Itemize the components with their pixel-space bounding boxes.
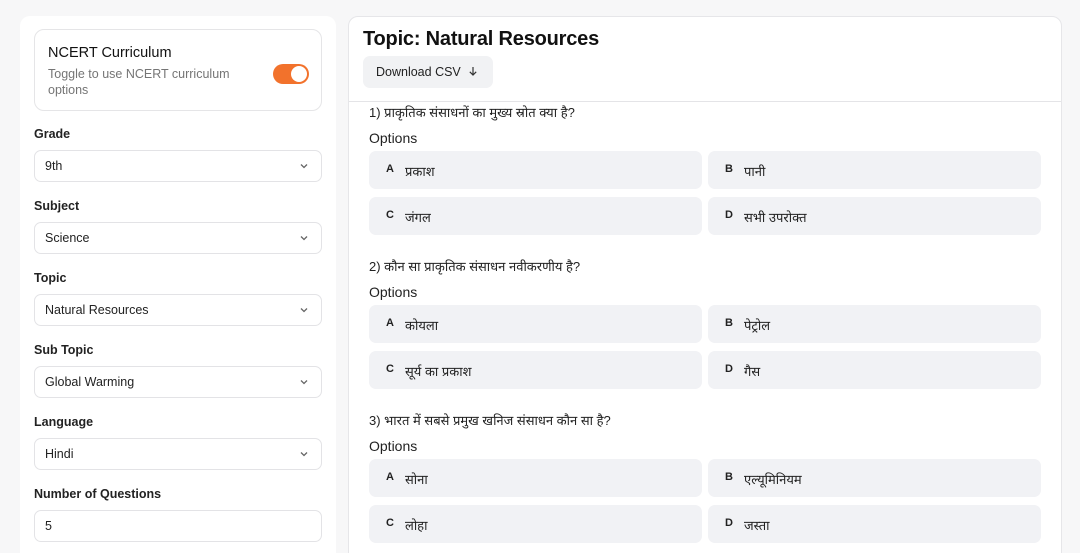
language-select[interactable]: Hindi (34, 438, 322, 470)
option-a[interactable]: A कोयला (369, 305, 702, 343)
option-c[interactable]: C सूर्य का प्रकाश (369, 351, 702, 389)
option-c[interactable]: C लोहा (369, 505, 702, 543)
option-text: लोहा (405, 518, 428, 533)
subject-select[interactable]: Science (34, 222, 322, 254)
option-text: गैस (744, 364, 761, 379)
question-text: 1) प्राकृतिक संसाधनों का मुख्य स्रोत क्य… (369, 105, 575, 120)
option-letter: B (725, 471, 733, 483)
sub-topic-label: Sub Topic (34, 343, 94, 357)
option-letter: C (386, 363, 394, 375)
settings-sidebar: NCERT Curriculum Toggle to use NCERT cur… (20, 16, 336, 553)
option-text: एल्यूमिनियम (744, 472, 802, 487)
option-letter: D (725, 209, 733, 221)
grade-select[interactable]: 9th (34, 150, 322, 182)
option-text: पानी (744, 164, 766, 179)
toggle-knob (291, 66, 307, 82)
quiz-panel: Topic: Natural Resources Download CSV 1)… (348, 16, 1062, 553)
sub-topic-value: Global Warming (45, 375, 135, 389)
option-letter: C (386, 209, 394, 221)
option-text: कोयला (405, 318, 439, 333)
grade-value: 9th (45, 159, 63, 173)
page-title: Topic: Natural Resources (363, 28, 600, 50)
num-questions-input[interactable]: 5 (34, 510, 322, 542)
option-text: जंगल (405, 210, 431, 225)
option-letter: A (386, 163, 394, 175)
options-label: Options (369, 284, 418, 300)
options-label: Options (369, 438, 418, 454)
language-label: Language (34, 415, 94, 429)
option-letter: B (725, 317, 733, 329)
download-csv-button[interactable]: Download CSV (363, 56, 493, 88)
ncert-toggle[interactable] (273, 64, 309, 84)
option-letter: D (725, 517, 733, 529)
option-text: सूर्य का प्रकाश (405, 364, 472, 379)
chevron-down-icon (300, 380, 308, 385)
ncert-curriculum-card: NCERT Curriculum Toggle to use NCERT cur… (34, 29, 322, 111)
chevron-down-icon (300, 164, 308, 169)
option-text: जस्ता (744, 518, 770, 533)
option-text: सोना (405, 472, 428, 487)
option-c[interactable]: C जंगल (369, 197, 702, 235)
option-letter: B (725, 163, 733, 175)
ncert-description: Toggle to use NCERT curriculum options (48, 67, 230, 97)
download-csv-label: Download CSV (376, 65, 461, 79)
option-a[interactable]: A प्रकाश (369, 151, 702, 189)
option-b[interactable]: B पेट्रोल (708, 305, 1041, 343)
topic-label: Topic (34, 271, 67, 285)
option-a[interactable]: A सोना (369, 459, 702, 497)
option-b[interactable]: B एल्यूमिनियम (708, 459, 1041, 497)
topic-select[interactable]: Natural Resources (34, 294, 322, 326)
option-text: प्रकाश (405, 164, 435, 179)
option-text: पेट्रोल (744, 318, 771, 333)
language-value: Hindi (45, 447, 74, 461)
option-b[interactable]: B पानी (708, 151, 1041, 189)
option-letter: A (386, 471, 394, 483)
chevron-down-icon (300, 452, 308, 457)
header-divider (349, 101, 1061, 102)
option-letter: C (386, 517, 394, 529)
chevron-down-icon (300, 236, 308, 241)
num-questions-value: 5 (45, 519, 52, 533)
option-letter: D (725, 363, 733, 375)
sub-topic-select[interactable]: Global Warming (34, 366, 322, 398)
question-text: 2) कौन सा प्राकृतिक संसाधन नवीकरणीय है? (369, 259, 581, 274)
topic-value: Natural Resources (45, 303, 149, 317)
grade-label: Grade (34, 127, 71, 141)
option-letter: A (386, 317, 394, 329)
arrow-down-icon (469, 67, 477, 76)
option-d[interactable]: D सभी उपरोक्त (708, 197, 1041, 235)
num-questions-label: Number of Questions (34, 487, 162, 501)
option-d[interactable]: D गैस (708, 351, 1041, 389)
options-label: Options (369, 130, 418, 146)
option-text: सभी उपरोक्त (744, 210, 807, 225)
option-d[interactable]: D जस्ता (708, 505, 1041, 543)
subject-value: Science (45, 231, 90, 245)
question-text: 3) भारत में सबसे प्रमुख खनिज संसाधन कौन … (369, 413, 611, 428)
chevron-down-icon (300, 308, 308, 313)
subject-label: Subject (34, 199, 80, 213)
ncert-title: NCERT Curriculum (48, 45, 172, 61)
